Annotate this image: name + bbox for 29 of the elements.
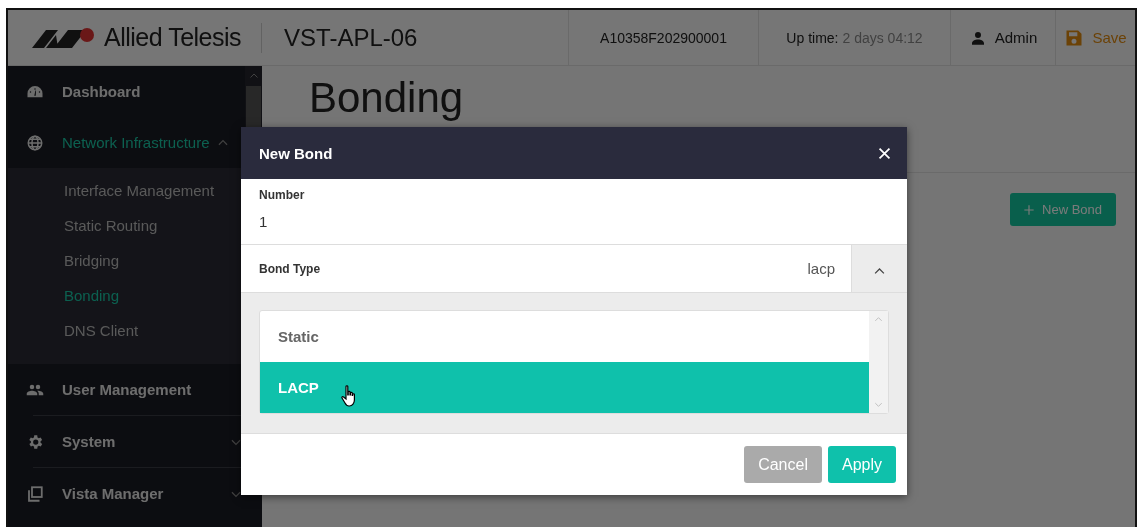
save-button[interactable]: Save [1055, 10, 1135, 65]
option-item[interactable]: LACP [260, 362, 869, 413]
nav-item[interactable]: System [8, 416, 245, 467]
uptime-label: Up time: [786, 29, 839, 46]
bond-type-select[interactable]: Bond Type lacp [241, 245, 851, 292]
nav-item[interactable]: Network Infrastructure [8, 117, 245, 168]
globe-icon [26, 133, 44, 152]
nav-item[interactable]: Dashboard [8, 66, 245, 117]
field-label: Number [259, 188, 306, 202]
cancel-button[interactable]: Cancel [744, 446, 822, 483]
select-value: lacp [807, 260, 835, 277]
serial-number: A10358F202900001 [568, 10, 758, 65]
scrollbar[interactable] [869, 311, 888, 413]
plus-icon [1022, 202, 1036, 217]
number-field[interactable]: Number 1 [241, 179, 907, 245]
page-title: Bonding [309, 74, 465, 123]
field-label: Bond Type [259, 261, 321, 276]
admin-button[interactable]: Admin [950, 10, 1055, 65]
brand-name: Allied Telesis [104, 23, 242, 52]
new-bond-button[interactable]: New Bond [1010, 193, 1116, 226]
nav-item[interactable]: User Management [8, 364, 245, 415]
windows-icon [26, 484, 44, 503]
nav-item[interactable]: Vista Manager [8, 468, 245, 519]
dialog-title: New Bond [259, 144, 333, 162]
option-item[interactable]: Static [260, 311, 869, 362]
field-value: 1 [259, 213, 269, 230]
dropdown-toggle[interactable] [851, 245, 907, 292]
device-name: VST-APL-06 [284, 23, 418, 52]
apply-button[interactable]: Apply [827, 446, 896, 483]
